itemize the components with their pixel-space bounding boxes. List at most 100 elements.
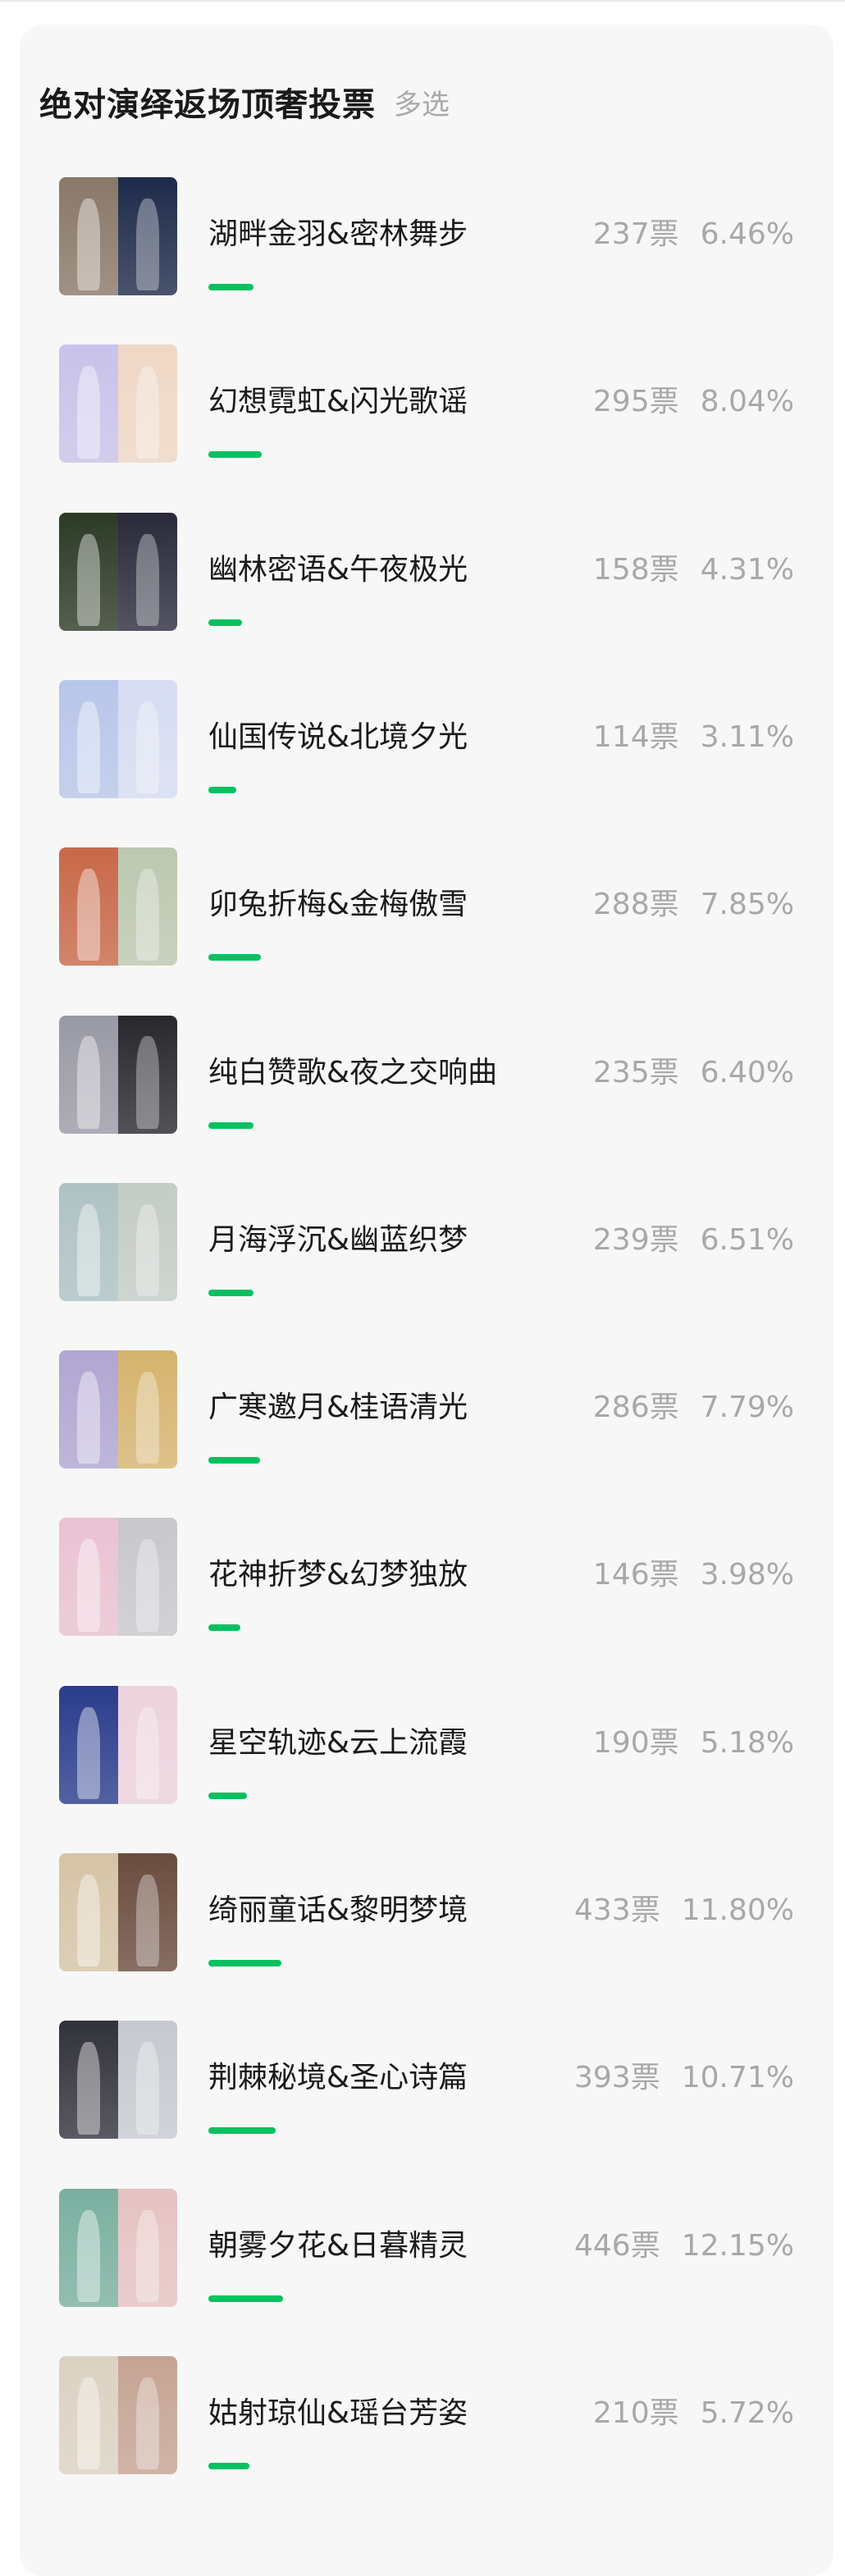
option-stats: 235票 6.40% (593, 1048, 794, 1091)
option-thumbnail (59, 2355, 177, 2474)
option-progress-track (208, 2127, 569, 2135)
option-percent: 4.31% (700, 552, 794, 587)
option-thumbnail (59, 847, 177, 966)
outfit-figure (135, 2042, 160, 2135)
outfit-figure (135, 1036, 160, 1129)
outfit-figure (135, 1204, 160, 1297)
poll-option[interactable]: 卯兔折梅&金梅傲雪 288票 7.85% (39, 844, 794, 967)
option-progress-bar (208, 1289, 254, 1296)
option-progress-track (208, 1624, 569, 1632)
option-thumbnail (59, 1182, 177, 1301)
option-thumbnail (59, 2188, 177, 2307)
poll-option[interactable]: 荆棘秘境&圣心诗篇 393票 10.71% (39, 2017, 794, 2140)
outfit-figure (135, 1706, 160, 1799)
poll-option[interactable]: 纯白赞歌&夜之交响曲 235票 6.40% (39, 1012, 794, 1135)
option-percent: 7.79% (700, 1391, 794, 1425)
option-thumbnail (59, 1518, 177, 1637)
option-stats: 295票 8.04% (593, 377, 794, 420)
poll-option[interactable]: 幻想霓虹&闪光歌谣 295票 8.04% (39, 341, 794, 464)
option-percent: 10.71% (681, 2061, 794, 2095)
thumbnail-half (118, 1853, 177, 1971)
outfit-figure (135, 1372, 160, 1464)
outfit-figure (135, 198, 160, 291)
option-thumbnail (59, 512, 177, 631)
option-name: 绮丽童话&黎明梦境 (208, 1893, 468, 1927)
thumbnail-half (59, 177, 118, 295)
option-stats: 446票 12.15% (574, 2222, 794, 2264)
thumbnail-half (59, 2188, 118, 2307)
outfit-figure (135, 869, 160, 961)
option-name: 幻想霓虹&闪光歌谣 (208, 385, 468, 419)
option-progress-track (208, 1289, 569, 1296)
option-thumbnail (59, 1685, 177, 1804)
option-progress-bar (208, 2462, 249, 2469)
option-thumbnail (59, 1853, 177, 1971)
option-progress-track (208, 1121, 569, 1129)
outfit-figure (76, 1874, 101, 1967)
option-percent: 3.11% (700, 719, 794, 754)
poll-option[interactable]: 月海浮沉&幽蓝织梦 239票 6.51% (39, 1180, 794, 1303)
poll-header: 绝对演绎返场顶奢投票 多选 (39, 77, 450, 126)
thumbnail-half (59, 1518, 118, 1637)
outfit-figure (76, 2042, 101, 2135)
poll-option[interactable]: 湖畔金羽&密林舞步 237票 6.46% (39, 174, 794, 297)
thumbnail-half (59, 847, 118, 966)
option-thumbnail (59, 2021, 177, 2140)
thumbnail-half (59, 2021, 118, 2140)
thumbnail-half (59, 2355, 118, 2474)
poll-option[interactable]: 广寒邀月&桂语清光 286票 7.79% (39, 1347, 794, 1470)
option-progress-bar (208, 2127, 276, 2135)
thumbnail-half (118, 345, 177, 464)
option-name: 广寒邀月&桂语清光 (208, 1391, 468, 1425)
top-divider (0, 0, 845, 2)
poll-option[interactable]: 朝雾夕花&日暮精灵 446票 12.15% (39, 2185, 794, 2309)
option-progress-bar (208, 1624, 240, 1632)
thumbnail-half (118, 1182, 177, 1301)
outfit-figure (135, 1874, 160, 1967)
outfit-figure (76, 1372, 101, 1464)
thumbnail-half (59, 1350, 118, 1469)
thumbnail-half (118, 1685, 177, 1804)
option-votes: 239票 (592, 1222, 679, 1257)
option-votes: 446票 (574, 2228, 660, 2263)
option-name: 姑射琼仙&瑶台芳姿 (208, 2396, 468, 2430)
thumbnail-half (118, 512, 177, 631)
thumbnail-half (59, 1685, 118, 1804)
outfit-figure (76, 1036, 101, 1129)
option-progress-track (208, 786, 569, 793)
outfit-figure (135, 2209, 160, 2302)
poll-mode-label: 多选 (394, 88, 450, 121)
option-stats: 393票 10.71% (574, 2053, 794, 2096)
option-votes: 393票 (574, 2061, 660, 2095)
option-percent: 6.51% (700, 1222, 794, 1257)
option-progress-bar (208, 1121, 254, 1129)
outfit-figure (76, 198, 101, 291)
poll-option[interactable]: 仙国传说&北境夕光 114票 3.11% (39, 677, 794, 800)
poll-option[interactable]: 幽林密语&午夜极光 158票 4.31% (39, 509, 794, 633)
option-name: 朝雾夕花&日暮精灵 (208, 2228, 468, 2263)
outfit-figure (135, 1539, 160, 1632)
thumbnail-half (118, 1015, 177, 1134)
option-votes: 210票 (592, 2396, 679, 2430)
option-percent: 3.98% (700, 1558, 794, 1592)
outfit-figure (76, 2209, 101, 2302)
option-stats: 433票 11.80% (574, 1886, 794, 1929)
option-name: 卯兔折梅&金梅傲雪 (208, 888, 468, 922)
outfit-figure (135, 366, 160, 459)
option-thumbnail (59, 1015, 177, 1134)
option-stats: 210票 5.72% (593, 2389, 794, 2432)
poll-option[interactable]: 星空轨迹&云上流霞 190票 5.18% (39, 1683, 794, 1806)
thumbnail-half (118, 1518, 177, 1637)
option-stats: 288票 7.85% (593, 880, 794, 923)
outfit-figure (135, 533, 160, 626)
option-percent: 12.15% (681, 2228, 794, 2263)
option-progress-bar (208, 1792, 247, 1799)
poll-option[interactable]: 姑射琼仙&瑶台芳姿 210票 5.72% (39, 2353, 794, 2476)
thumbnail-half (59, 1853, 118, 1971)
option-stats: 146票 3.98% (593, 1551, 794, 1593)
option-votes: 146票 (592, 1558, 679, 1592)
option-progress-track (208, 2462, 569, 2469)
poll-option[interactable]: 绮丽童话&黎明梦境 433票 11.80% (39, 1850, 794, 1973)
poll-option[interactable]: 花神折梦&幻梦独放 146票 3.98% (39, 1514, 794, 1637)
option-progress-track (208, 619, 569, 626)
